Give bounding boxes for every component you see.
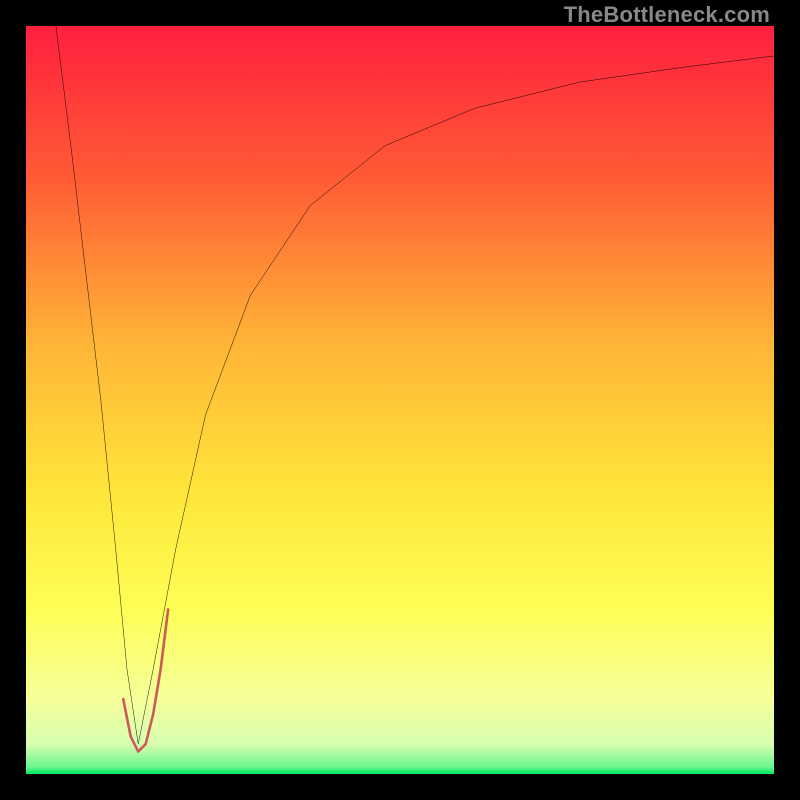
watermark-text: TheBottleneck.com	[564, 2, 770, 28]
outer-frame: TheBottleneck.com	[0, 0, 800, 800]
highlight-j-stroke	[123, 609, 168, 751]
plot-area	[26, 26, 774, 774]
curve-layer	[26, 26, 774, 774]
curve-right-branch	[138, 56, 774, 744]
curve-left-branch	[56, 26, 138, 744]
